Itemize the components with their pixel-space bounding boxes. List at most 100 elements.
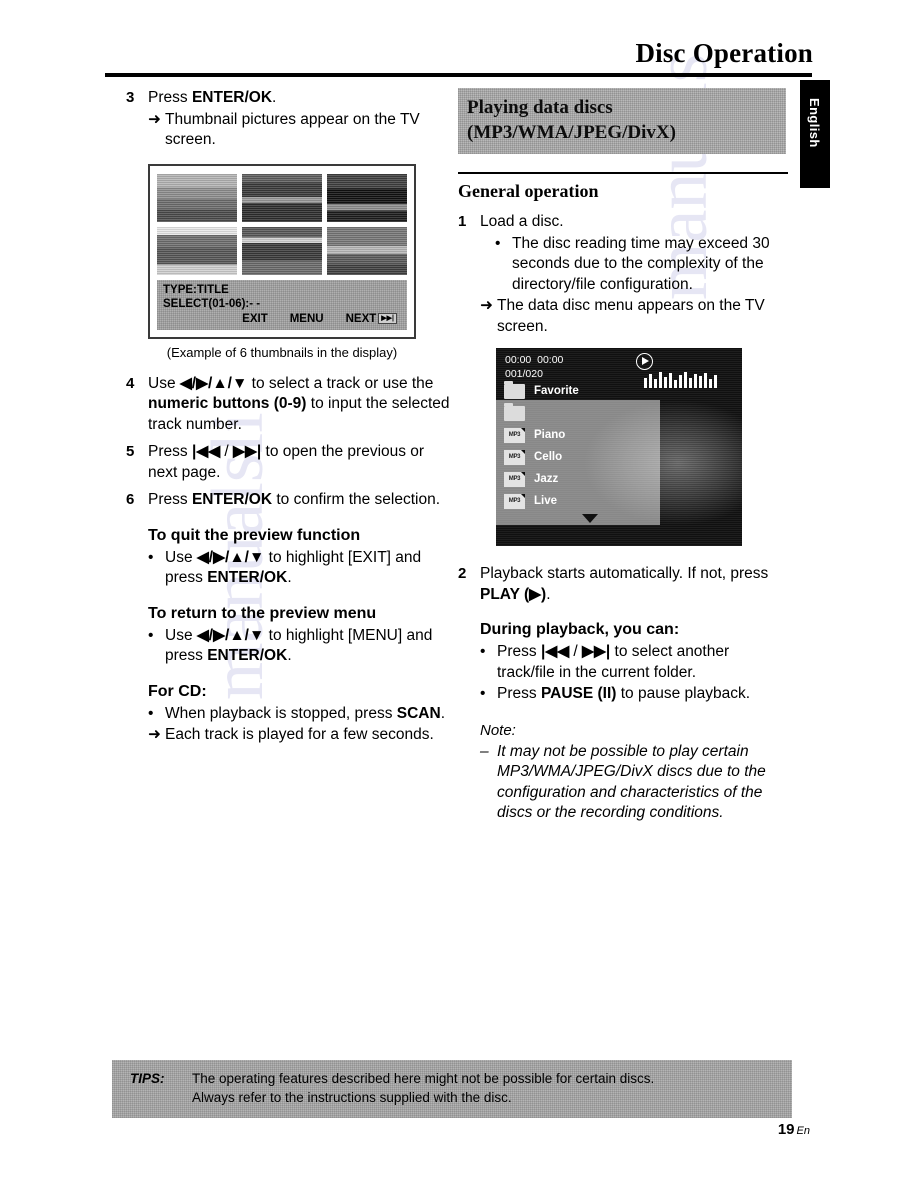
file-list: Favorite MP3 Piano MP3 Cello MP3 Jazz MP3 Live [504,380,674,512]
osd-menu-button[interactable]: MENU [290,312,324,326]
next-track-icon: ▶▶| [582,643,611,660]
step-4-p2: to select a track or use the [247,374,434,392]
arrow-icon: ➜ [148,726,161,743]
file-list-item-label: Jazz [534,473,559,485]
quit-p1: Use [165,548,197,566]
step-5-number: 5 [126,443,135,460]
page-number-value: 19 [777,1121,795,1138]
return-p1: Use [165,626,197,644]
thumbnail-4 [157,226,237,275]
note-text: It may not be possible to play certain M… [497,742,766,822]
step-1-result: ➜ The data disc menu appears on the TV s… [480,296,788,337]
for-cd-result-text: Each track is played for a few seconds. [165,726,434,743]
return-bold: ENTER/OK [207,647,288,664]
file-list-item[interactable]: Favorite [504,380,674,402]
tips-line-2: Always refer to the instructions supplie… [192,1090,512,1105]
osd-next-button[interactable]: NEXT ▶▶| [346,312,397,326]
thumbnail-2 [242,173,322,222]
thumbnail-5 [242,226,322,275]
time-total: 00:00 [537,354,564,366]
step-1-bullet-text: The disc reading time may exceed 30 seco… [512,234,770,293]
step-3-result-text: Thumbnail pictures appear on the TV scre… [165,110,420,149]
step-4-text: Use ◀/▶/▲/▼ to select a track or use the… [148,374,456,436]
meter-bar [704,373,707,388]
right-column: Playing data discs (MP3/WMA/JPEG/DivX) G… [458,88,788,824]
tips-label: TIPS: [130,1071,165,1086]
for-cd-result: ➜ Each track is played for a few seconds… [148,725,456,746]
step-4-p1: Use [148,374,180,392]
previous-track-icon: |◀◀ [540,643,570,660]
step-2: 2 Playback starts automatically. If not,… [458,564,788,605]
quit-preview-heading: To quit the preview function [148,526,361,544]
general-operation-heading: General operation [458,181,599,201]
for-cd-text: When playback is stopped, press SCAN. [165,704,456,725]
thumbnail-grid [157,173,407,275]
dp2-p1: Press [497,685,541,702]
file-list-item[interactable] [504,402,674,424]
step-3: 3 Press ENTER/OK. ➜ Thumbnail pictures a… [126,88,456,151]
folder-icon [504,380,525,399]
folder-icon [504,402,525,421]
mp3-file-icon: MP3 [504,493,525,509]
file-list-item[interactable]: MP3 Jazz [504,468,674,490]
step-2-number: 2 [458,565,467,582]
direction-arrows-icon: ◀/▶/▲/▼ [196,626,265,644]
thumbnail-caption: (Example of 6 thumbnails in the display) [166,344,398,360]
meter-bar [694,374,697,388]
page-number: 19 En [778,1121,810,1138]
next-track-icon: ▶▶| [233,443,262,460]
step-4-number: 4 [126,374,135,392]
scroll-down-arrow-icon[interactable] [582,514,598,523]
osd-exit-button[interactable]: EXIT [242,312,268,326]
mp3-file-icon: MP3 [504,427,525,443]
during-playback-bullet-2: • Press PAUSE (II) to pause playback. [480,684,788,705]
meter-bar [679,375,682,388]
thumbnail-6 [327,226,407,275]
step-3-number: 3 [126,89,135,106]
step-1: 1 Load a disc. • The disc reading time m… [458,212,788,337]
thumbnail-1 [157,173,237,222]
quit-p3: . [287,569,292,586]
osd-type: TYPE:TITLE [163,283,229,296]
mp3-file-icon: MP3 [504,471,525,487]
meter-bar [674,380,677,388]
bullet-icon: • [148,704,154,722]
thumbnail-osd: TYPE:TITLE SELECT(01-06):- - EXIT MENU N… [157,280,407,330]
play-icon [636,353,653,370]
direction-arrows-icon: ◀/▶/▲/▼ [196,548,265,566]
osd-select: SELECT(01-06):- - [163,297,261,310]
arrow-icon: ➜ [148,110,161,128]
step-2-p1: Playback starts automatically. If not, p… [480,565,769,582]
step-3-bold: ENTER/OK [191,89,273,106]
bullet-icon: • [148,626,154,644]
note-block: Note: – It may not be possible to play c… [480,721,788,824]
step-3-suffix: . [272,89,277,106]
step-5-sep: / [220,443,234,460]
dp1-p1: Press [497,643,541,660]
file-list-item[interactable]: MP3 Live [504,490,674,512]
pause-button-ref: PAUSE (II) [540,685,617,702]
for-cd-heading: For CD: [148,682,207,700]
step-1-number: 1 [458,213,467,230]
header-rule [105,73,812,77]
meter-bar [689,378,692,388]
step-3-prefix: Press [148,89,192,106]
step-5-p1: Press [148,443,192,460]
step-6-p2: to confirm the selection. [272,491,441,508]
step-6-number: 6 [126,491,135,508]
thumbnail-preview-figure: TYPE:TITLE SELECT(01-06):- - EXIT MENU N… [148,163,416,339]
note-heading: Note: [480,721,516,739]
file-list-item-label: Cello [534,451,563,463]
return-preview-text: Use ◀/▶/▲/▼ to highlight [MENU] and pres… [165,626,456,667]
page-language-code: En [796,1125,810,1137]
file-list-item[interactable]: MP3 Cello [504,446,674,468]
tips-line-1: The operating features described here mi… [192,1071,655,1086]
file-list-item-label: Piano [534,429,566,441]
file-list-item[interactable]: MP3 Piano [504,424,674,446]
left-column: 3 Press ENTER/OK. ➜ Thumbnail pictures a… [126,88,456,746]
dp2-p2: to pause playback. [616,685,750,702]
step-1-text: Load a disc. [480,213,564,230]
step-3-result: ➜ Thumbnail pictures appear on the TV sc… [148,110,456,151]
step-4-bold: numeric buttons (0-9) [148,395,307,412]
step-5-text: Press |◀◀ / ▶▶| to open the previous or … [148,442,456,483]
